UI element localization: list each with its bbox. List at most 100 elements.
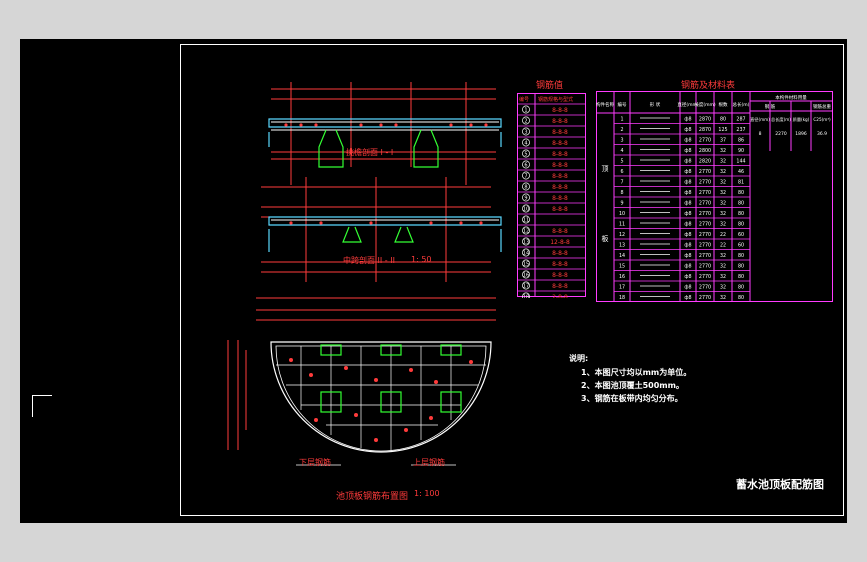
note-item-1: 1、本图尺寸均以mm为单位。 [581, 368, 692, 377]
table-right-dia: ф8 [684, 211, 691, 217]
cad-viewport[interactable]: 挑檐剖面 I - I 中跨剖面 II - II 1: 50 下层钢筋 上层钢筋 … [20, 39, 847, 523]
table-right-len: 2870 [699, 117, 711, 123]
member-name: 板 [602, 234, 609, 243]
table-right-header: 形 状 [650, 101, 661, 108]
table-right-count: 22 [720, 232, 726, 238]
table-right-no: 13 [619, 243, 625, 249]
table-right-dia: ф8 [684, 148, 691, 154]
table-right-total: 80 [738, 190, 744, 196]
table-right-no: 3 [620, 138, 623, 144]
table-right-no: 5 [620, 159, 623, 165]
table-right-total: 80 [738, 295, 744, 301]
table-right-no: 6 [620, 169, 623, 175]
table-left-spec: 8-8-8 [552, 261, 568, 268]
drawing-frame: 挑檐剖面 I - I 中跨剖面 II - II 1: 50 下层钢筋 上层钢筋 … [180, 44, 844, 516]
table-right-count: 32 [720, 201, 726, 207]
table-left-index: 2 [524, 119, 527, 125]
table-right-total: 80 [738, 274, 744, 280]
table-right-count: 32 [720, 211, 726, 217]
table-left-index: 6 [524, 163, 527, 169]
upper-rebar-label: 上层钢筋 [413, 458, 445, 467]
table-right-no: 11 [619, 222, 625, 228]
table-left-spec: 8-8-8 [552, 195, 568, 202]
table-right-len: 2770 [699, 169, 711, 175]
table-left-spec: 8-8-8 [552, 272, 568, 279]
table-right-no: 17 [619, 285, 625, 291]
table-right-total: 237 [736, 127, 745, 133]
table-right-len: 2770 [699, 253, 711, 259]
table-right-count: 32 [720, 285, 726, 291]
table-right-count: 32 [720, 253, 726, 259]
table-right-dia: ф8 [684, 159, 691, 165]
table-right-no: 2 [620, 127, 623, 133]
table-left-index: 8 [524, 185, 527, 191]
table-left-index: 14 [523, 251, 529, 257]
table-right-header: 编号 [618, 101, 627, 108]
table-right-no: 10 [619, 211, 625, 217]
table-left-spec: 8-8-8 [552, 107, 568, 114]
table-right-len: 2770 [699, 201, 711, 207]
table-right-total: 86 [738, 138, 744, 144]
table-right-len: 2770 [699, 285, 711, 291]
table-right-header: 根数 [719, 101, 728, 108]
material-header: C25(m³) [813, 117, 831, 122]
table-left-header: 钢筋规格与型式 [538, 96, 573, 103]
table-right-dia: ф8 [684, 264, 691, 270]
table-right-len: 2770 [699, 232, 711, 238]
table-left-header: 编号 [519, 96, 529, 103]
material-value: 2270 [775, 131, 787, 137]
table-right-len: 2770 [699, 138, 711, 144]
table-left-spec: 8-8-8 [552, 162, 568, 169]
table-right-title: 钢筋及材料表 [681, 81, 736, 91]
ucs-axis-icon [32, 395, 56, 417]
plan-label: 池顶板钢筋布置图 [336, 492, 409, 502]
table-right-len: 2770 [699, 190, 711, 196]
table-left-index: 4 [524, 141, 527, 147]
table-right-len: 2770 [699, 222, 711, 228]
table-right-subheader: 钢 筋 [765, 103, 776, 110]
material-header: 直径(mm) [750, 116, 770, 122]
table-right-dia: ф8 [684, 253, 691, 259]
table-right-len: 2870 [699, 127, 711, 133]
table-left-index: 5 [524, 152, 527, 158]
table-left-index: 17 [523, 284, 529, 290]
note-item-3: 3、钢筋在板带内均匀分布。 [581, 394, 683, 403]
table-right-total: 60 [738, 232, 744, 238]
table-left-spec: 8-8-8 [552, 184, 568, 191]
table-left-index: 1 [524, 108, 527, 114]
table-right-no: 8 [620, 190, 623, 196]
table-right-dia: ф8 [684, 190, 691, 196]
table-right-no: 14 [619, 253, 625, 259]
table-right-total: 80 [738, 211, 744, 217]
table-right-len: 2770 [699, 295, 711, 301]
table-left-spec: 2-8-8 [552, 294, 568, 298]
member-name: 顶 [602, 165, 609, 173]
table-left-index: 11 [523, 218, 529, 224]
table-right-count: 32 [720, 222, 726, 228]
table-right-dia: ф8 [684, 243, 691, 249]
material-header: 质量(kg) [793, 116, 810, 123]
table-right-total: 80 [738, 264, 744, 270]
table-left-index: 3 [524, 130, 527, 136]
table-right-dia: ф8 [684, 117, 691, 123]
table-left-index: 16 [523, 273, 529, 279]
table-left-index: 10 [523, 207, 529, 213]
table-right-total: 80 [738, 285, 744, 291]
table-right-no: 7 [620, 180, 623, 186]
table-right-len: 2800 [699, 148, 711, 154]
table-right-dia: ф8 [684, 201, 691, 207]
table-right-no: 4 [620, 148, 623, 154]
table-right-total: 287 [736, 117, 745, 123]
table-right-count: 80 [720, 117, 726, 123]
table-right-dia: ф8 [684, 169, 691, 175]
plan-drawing [227, 297, 496, 466]
table-right-len: 2770 [699, 180, 711, 186]
table-left-spec: 8-8-8 [552, 283, 568, 290]
table-left-index: 9 [524, 196, 527, 202]
table-left-spec: 8-8-8 [552, 206, 568, 213]
material-value: 8 [759, 131, 762, 137]
table-right-total: 90 [738, 148, 744, 154]
table-left-spec: 8-8-8 [552, 250, 568, 257]
table-right-count: 37 [720, 138, 726, 144]
table-right: 构件名称 编号 形 状直径(mm) 长度(mm) 根数 总长(m) 本构件材料用量钢 筋 钢筋… [596, 91, 833, 302]
